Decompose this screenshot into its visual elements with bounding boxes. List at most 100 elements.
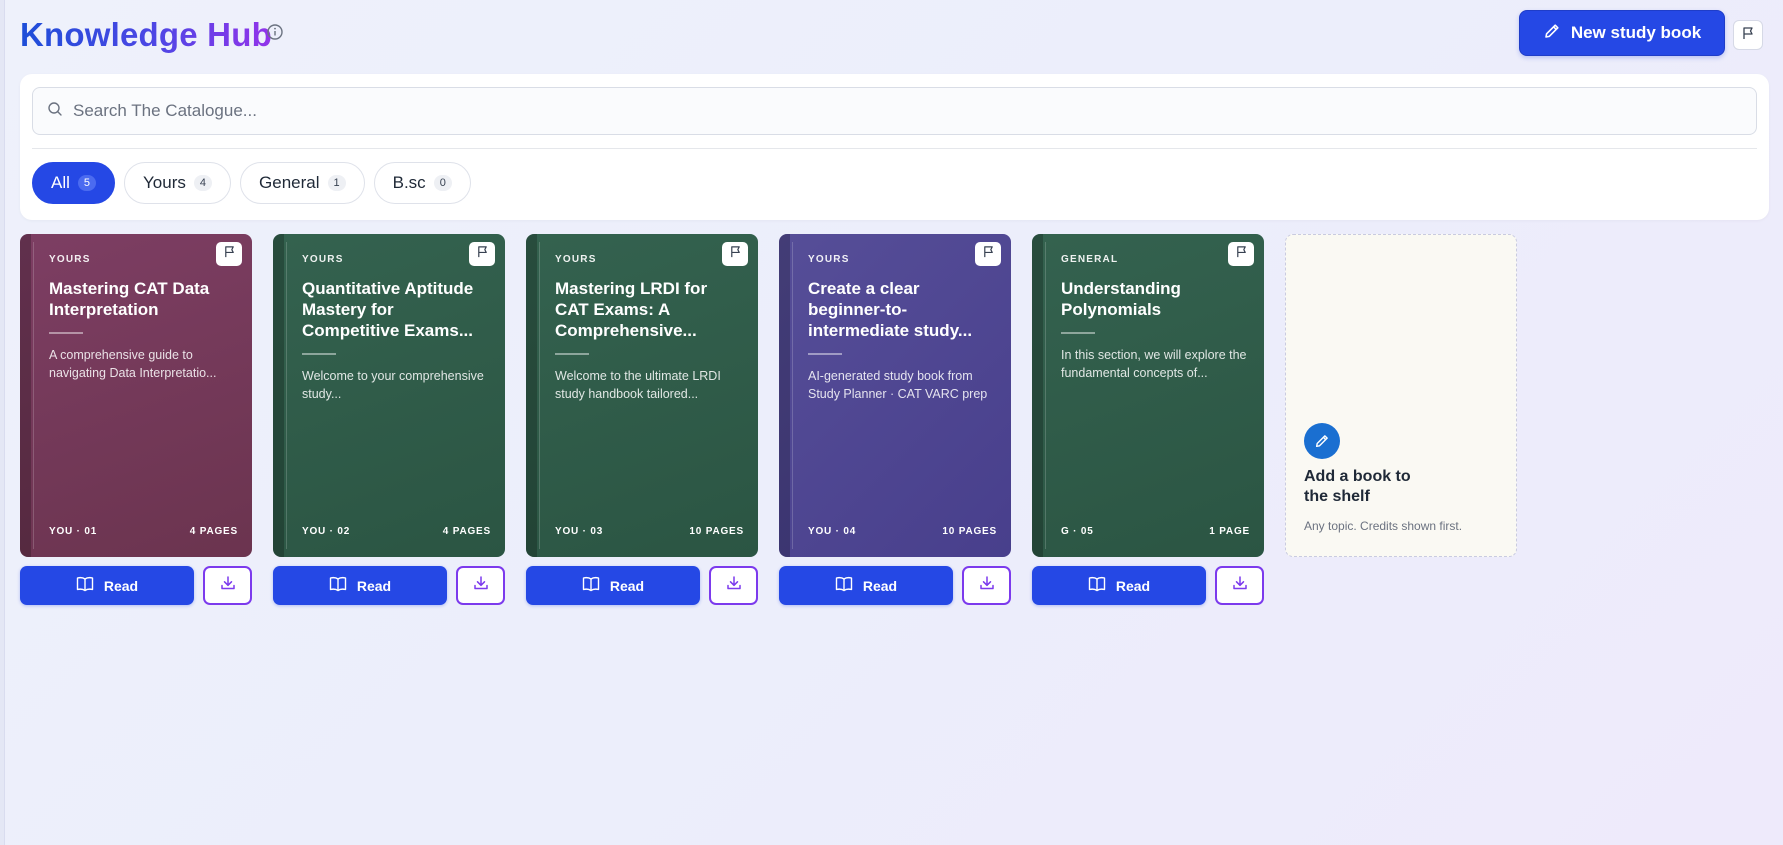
flag-icon (476, 245, 489, 263)
title-rule (1061, 332, 1095, 334)
left-edge (0, 0, 5, 845)
tab-label: B.sc (392, 173, 426, 192)
book-code: G · 05 (1061, 526, 1094, 537)
read-button[interactable]: Read (273, 566, 447, 605)
tab-label: General (259, 173, 320, 192)
book-open-icon (582, 576, 600, 595)
download-icon (979, 575, 995, 596)
book-spine-line (33, 242, 34, 549)
search-input[interactable] (73, 101, 1756, 121)
filter-tabs: All 5 Yours 4 General 1 B.sc 0 (32, 162, 471, 204)
book-open-icon (835, 576, 853, 595)
download-icon (726, 575, 742, 596)
tab-count: 4 (193, 175, 213, 191)
tab-label: Yours (143, 173, 186, 192)
book-actions: Read (526, 566, 758, 605)
report-flag-button[interactable] (975, 242, 1001, 266)
flag-icon (1741, 26, 1755, 45)
page-title: Knowledge Hub (20, 16, 272, 53)
new-study-book-label: New study book (1570, 23, 1702, 42)
title-rule (808, 353, 842, 355)
info-icon[interactable] (266, 23, 284, 41)
book-tag: YOURS (302, 254, 344, 265)
flag-icon (1235, 245, 1248, 263)
tab-bsc[interactable]: B.sc 0 (373, 162, 471, 204)
book-card[interactable]: YOURS Mastering CAT Data Interpretation … (20, 234, 252, 557)
tab-count: 5 (77, 175, 97, 191)
catalogue-panel: All 5 Yours 4 General 1 B.sc 0 (20, 74, 1769, 220)
book-actions: Read (20, 566, 252, 605)
read-label: Read (103, 577, 139, 594)
search-icon (47, 101, 63, 122)
tab-count: 0 (433, 175, 452, 191)
report-flag-button[interactable] (216, 242, 242, 266)
title-rule (555, 353, 589, 355)
download-button[interactable] (962, 566, 1011, 605)
add-book-card[interactable]: Add a book to the shelf Any topic. Credi… (1285, 234, 1517, 557)
title-rule (49, 332, 83, 334)
book-card[interactable]: YOURS Mastering LRDI for CAT Exams: A Co… (526, 234, 758, 557)
book-spine (1032, 234, 1043, 557)
report-flag-button[interactable] (1733, 20, 1763, 50)
add-book-title: Add a book to the shelf (1304, 468, 1411, 505)
flag-icon (223, 245, 236, 263)
book-spine-line (539, 242, 540, 549)
read-label: Read (356, 577, 392, 594)
report-flag-button[interactable] (722, 242, 748, 266)
title-rule (302, 353, 336, 355)
read-button[interactable]: Read (1032, 566, 1206, 605)
book-spine (526, 234, 537, 557)
tab-general[interactable]: General 1 (240, 162, 365, 204)
flag-icon (729, 245, 742, 263)
book-actions: Read (273, 566, 505, 605)
read-label: Read (1115, 577, 1151, 594)
book-code: YOU · 02 (302, 526, 351, 537)
report-flag-button[interactable] (469, 242, 495, 266)
page-header: Knowledge Hub New study book (20, 10, 1763, 66)
book-spine-line (1045, 242, 1046, 549)
book-open-icon (1088, 576, 1106, 595)
book-spine-line (792, 242, 793, 549)
book-spine (20, 234, 31, 557)
book-description: A comprehensive guide to navigating Data… (49, 348, 217, 380)
download-button[interactable] (456, 566, 505, 605)
flag-icon (982, 245, 995, 263)
book-title: Understanding Polynomials (1061, 279, 1181, 319)
book-card[interactable]: GENERAL Understanding Polynomials In thi… (1032, 234, 1264, 557)
book-title: Quantitative Aptitude Mastery for Compet… (302, 279, 474, 340)
book-pages: 4 PAGES (189, 526, 238, 537)
read-label: Read (862, 577, 898, 594)
search-bar[interactable] (32, 87, 1757, 135)
new-study-book-button[interactable]: New study book (1519, 10, 1725, 56)
book-open-icon (329, 576, 347, 595)
download-button[interactable] (203, 566, 252, 605)
book-pages: 1 PAGE (1209, 526, 1250, 537)
book-description: Welcome to the ultimate LRDI study handb… (555, 369, 721, 401)
tab-yours[interactable]: Yours 4 (124, 162, 232, 204)
book-description: Welcome to your comprehensive study... (302, 369, 484, 401)
book-title: Mastering LRDI for CAT Exams: A Comprehe… (555, 279, 708, 340)
book-tag: YOURS (555, 254, 597, 265)
add-book-subtitle: Any topic. Credits shown first. (1304, 519, 1463, 533)
download-button[interactable] (1215, 566, 1264, 605)
download-button[interactable] (709, 566, 758, 605)
pencil-icon (1304, 423, 1340, 459)
book-card[interactable]: YOURS Quantitative Aptitude Mastery for … (273, 234, 505, 557)
pencil-icon (1543, 22, 1561, 45)
book-spine (779, 234, 790, 557)
tab-label: All (51, 173, 70, 192)
book-card[interactable]: YOURS Create a clear beginner-to-interme… (779, 234, 1011, 557)
book-actions: Read (779, 566, 1011, 605)
book-description: AI-generated study book from Study Plann… (808, 369, 988, 401)
report-flag-button[interactable] (1228, 242, 1254, 266)
book-title: Mastering CAT Data Interpretation (49, 279, 210, 319)
read-button[interactable]: Read (779, 566, 953, 605)
book-spine-line (286, 242, 287, 549)
read-button[interactable]: Read (526, 566, 700, 605)
book-description: In this section, we will explore the fun… (1061, 348, 1247, 380)
book-tag: YOURS (49, 254, 91, 265)
read-button[interactable]: Read (20, 566, 194, 605)
download-icon (473, 575, 489, 596)
tab-all[interactable]: All 5 (32, 162, 116, 204)
book-code: YOU · 01 (49, 526, 98, 537)
